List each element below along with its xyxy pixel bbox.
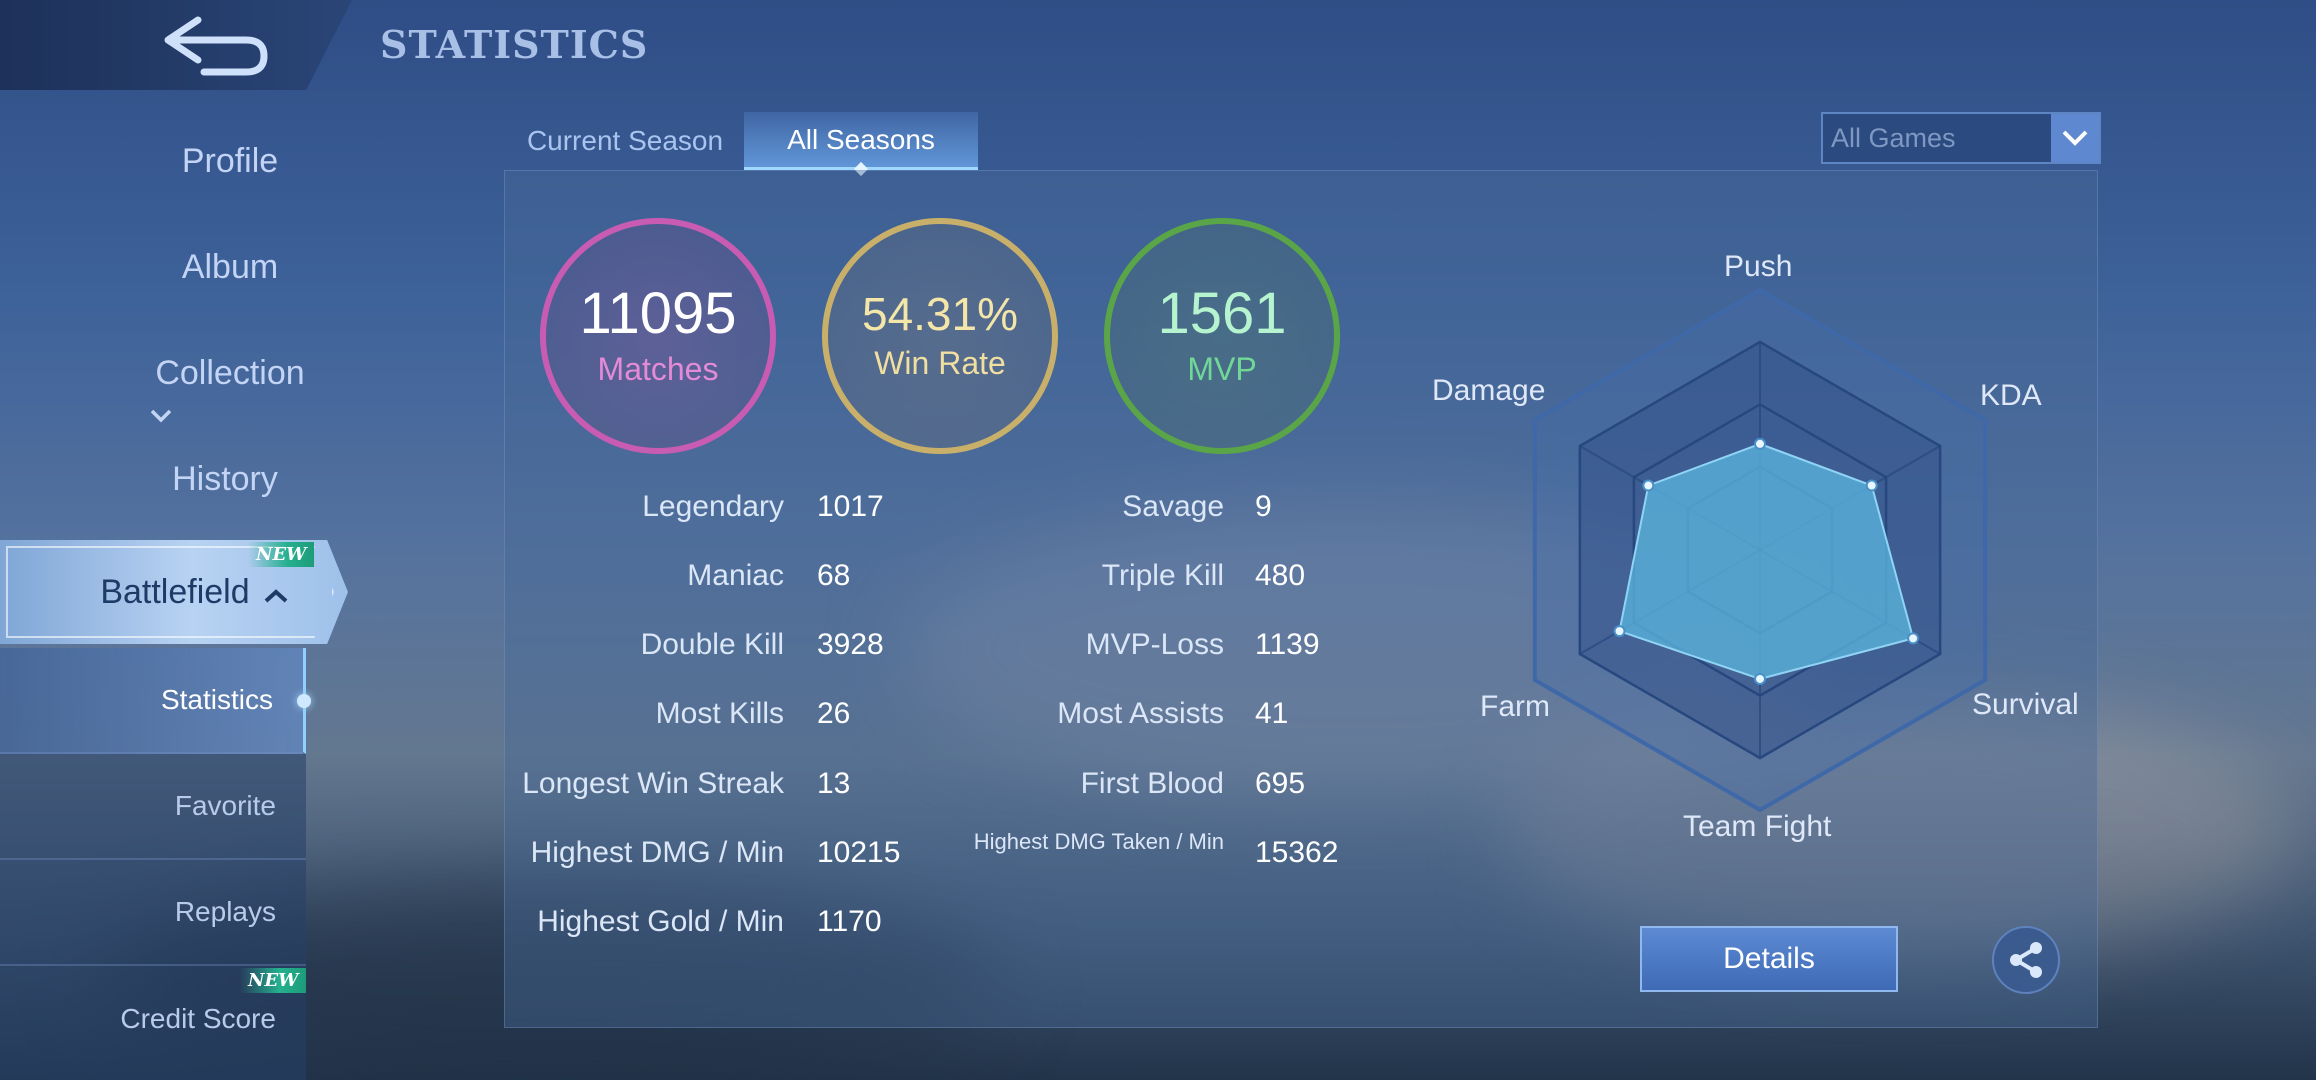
radar-axis-label: Push bbox=[1724, 250, 1793, 283]
stat-value: 26 bbox=[817, 697, 851, 730]
sidebar-item-label: Collection bbox=[155, 354, 305, 392]
stat-value: 1170 bbox=[817, 905, 882, 938]
chevron-up-icon bbox=[264, 573, 288, 612]
sidebar-item-history[interactable]: History bbox=[0, 460, 310, 499]
stat-label: Double Kill bbox=[640, 628, 784, 661]
radar-point-kda bbox=[1865, 479, 1878, 492]
radar-point-damage bbox=[1642, 479, 1655, 492]
sidebar-item-label: History bbox=[172, 460, 278, 498]
radar-point-farm bbox=[1613, 625, 1626, 638]
stat-label: Highest DMG / Min bbox=[530, 836, 784, 869]
win-rate-label: Win Rate bbox=[874, 344, 1006, 381]
stat-value: 13 bbox=[817, 767, 851, 800]
sidebar-subitem-label: Replays bbox=[174, 896, 276, 927]
mvp-label: MVP bbox=[1187, 350, 1257, 387]
share-icon bbox=[2010, 942, 2042, 978]
sidebar-subitem-label: Statistics bbox=[160, 684, 273, 715]
stat-label: MVP-Loss bbox=[1085, 628, 1224, 661]
share-button[interactable] bbox=[1992, 926, 2060, 994]
sidebar-item-profile[interactable]: Profile bbox=[0, 142, 310, 181]
sidebar-item-collection[interactable]: Collection bbox=[0, 354, 310, 432]
performance-radar-chart bbox=[1532, 287, 1988, 813]
stat-label: Most Assists bbox=[1057, 697, 1224, 730]
chevron-down-icon bbox=[150, 393, 172, 432]
tab-current-season[interactable]: Current Season bbox=[510, 112, 740, 170]
radar-axis-label: Survival bbox=[1972, 688, 2079, 721]
stat-value: 41 bbox=[1255, 697, 1289, 730]
stat-value: 480 bbox=[1255, 559, 1306, 592]
stat-label: Savage bbox=[1122, 490, 1224, 523]
dropdown-value: All Games bbox=[1831, 122, 1956, 153]
sidebar-item-label: Profile bbox=[181, 142, 279, 180]
radar-axis-label: Farm bbox=[1480, 690, 1550, 723]
stat-value: 1017 bbox=[817, 490, 884, 523]
stat-label: Highest DMG Taken / Min bbox=[973, 829, 1224, 854]
tab-all-seasons[interactable]: All Seasons bbox=[744, 112, 978, 170]
stat-label: First Blood bbox=[1080, 767, 1224, 800]
sidebar-subitem-label: Favorite bbox=[174, 790, 276, 821]
win-rate-value: 54.31% bbox=[861, 287, 1018, 340]
radar-axis-label: Team Fight bbox=[1683, 810, 1832, 843]
sidebar-item-label: Album bbox=[181, 248, 279, 286]
sidebar-subitem-statistics[interactable]: Statistics bbox=[0, 648, 311, 754]
sidebar-subitem-replays[interactable]: Replays bbox=[0, 860, 306, 966]
radar-point-survival bbox=[1907, 632, 1920, 645]
stat-value: 1139 bbox=[1255, 628, 1320, 661]
sidebar-subitem-favorite[interactable]: Favorite bbox=[0, 754, 306, 860]
stat-label: Legendary bbox=[642, 490, 784, 523]
stat-label: Triple Kill bbox=[1101, 559, 1224, 592]
radar-axis-label: Damage bbox=[1432, 374, 1546, 407]
win-rate-ring: 54.31% Win Rate bbox=[822, 218, 1058, 454]
radar-point-team-fight bbox=[1754, 672, 1766, 685]
matches-value: 11095 bbox=[579, 280, 737, 346]
matches-label: Matches bbox=[597, 350, 719, 387]
details-button[interactable]: Details bbox=[1640, 926, 1898, 992]
back-button[interactable] bbox=[156, 12, 276, 78]
radar-axis-label: KDA bbox=[1980, 379, 2042, 412]
mvp-value: 1561 bbox=[1157, 280, 1287, 346]
stat-value: 695 bbox=[1255, 767, 1306, 800]
stat-label: Maniac bbox=[687, 559, 784, 592]
sidebar-item-label: Battlefield bbox=[100, 572, 250, 611]
stat-label: Most Kills bbox=[655, 697, 784, 730]
new-badge: NEW bbox=[240, 968, 307, 993]
chevron-down-icon[interactable] bbox=[2051, 114, 2099, 162]
stat-value: 68 bbox=[817, 559, 851, 592]
back-arrow-icon bbox=[164, 16, 268, 76]
stat-label: Highest Gold / Min bbox=[537, 905, 784, 938]
mvp-ring: 1561 MVP bbox=[1104, 218, 1340, 454]
game-mode-dropdown[interactable]: All Games bbox=[1821, 112, 2101, 164]
sidebar-item-album[interactable]: Album bbox=[0, 248, 310, 287]
stat-label: Longest Win Streak bbox=[522, 767, 784, 800]
stat-value: 3928 bbox=[817, 628, 884, 661]
stat-value: 9 bbox=[1255, 490, 1272, 523]
active-indicator-dot bbox=[297, 694, 311, 708]
new-badge: NEW bbox=[248, 542, 315, 567]
radar-point-push bbox=[1754, 437, 1766, 450]
stat-value: 15362 bbox=[1255, 836, 1339, 869]
matches-ring: 11095 Matches bbox=[540, 218, 776, 454]
page-title: STATISTICS bbox=[380, 22, 649, 67]
stat-value: 10215 bbox=[817, 836, 901, 869]
sidebar-subitem-label: Credit Score bbox=[120, 1003, 276, 1034]
